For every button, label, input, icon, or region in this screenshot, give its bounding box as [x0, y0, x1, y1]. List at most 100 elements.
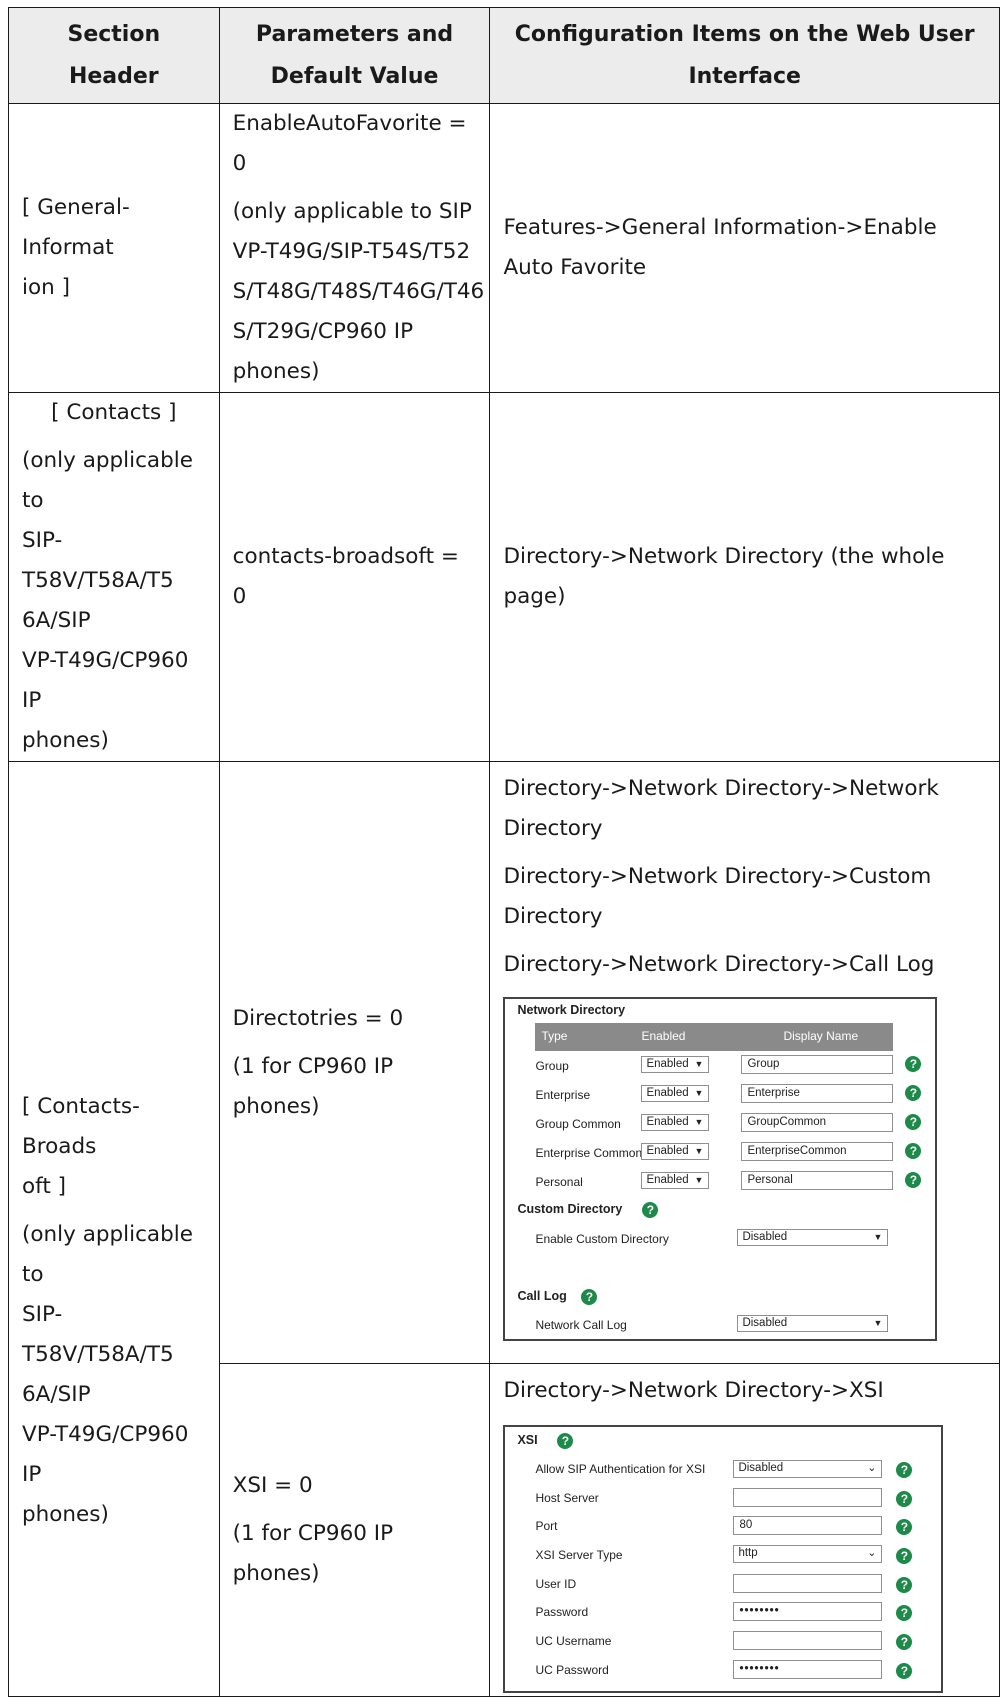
config-text: Features->General Information->Enable: [503, 215, 937, 240]
parameter-text: XSI = 0: [232, 1473, 313, 1498]
call-log-select[interactable]: Disabled ▼: [737, 1315, 889, 1332]
config-text: Directory: [503, 816, 603, 841]
select-value: Enabled: [646, 1058, 689, 1070]
input-value: ••••••••: [739, 1663, 780, 1675]
xsi-server-type-select[interactable]: http ⌄: [733, 1545, 883, 1563]
config-text: Directory->Network Directory->Call Log: [503, 952, 935, 977]
section-text: oft ]: [22, 1174, 66, 1199]
display-name-input[interactable]: Group: [741, 1055, 894, 1074]
chevron-down-icon: ⌄: [867, 1547, 877, 1559]
parameter-cell: Directotries = 0 (1 for CP960 IP phones): [218, 761, 491, 1364]
enabled-select[interactable]: Enabled ▼: [641, 1114, 710, 1131]
config-table: Section Header Parameters and Default Va…: [8, 7, 1000, 1697]
section-note: phones): [22, 1502, 109, 1527]
custom-directory-select[interactable]: Disabled ▼: [737, 1229, 889, 1246]
help-icon[interactable]: ?: [557, 1433, 574, 1449]
field-label: User ID: [535, 1577, 577, 1591]
parameter-note: S/T29G/CP960 IP: [232, 319, 414, 344]
help-icon[interactable]: ?: [896, 1491, 913, 1507]
display-name-input[interactable]: Personal: [741, 1171, 894, 1190]
parameter-text: contacts-broadsoft = 0: [232, 544, 459, 609]
chevron-down-icon: ⌄: [867, 1462, 877, 1474]
input-value: ••••••••: [739, 1605, 780, 1617]
table-row: [ General-Informat ion ] EnableAutoFavor…: [8, 103, 1000, 393]
section-note: phones): [22, 728, 109, 753]
row-label: Group Common: [535, 1117, 621, 1131]
help-icon[interactable]: ?: [905, 1143, 922, 1159]
password-input[interactable]: ••••••••: [733, 1602, 883, 1621]
host-server-input[interactable]: [733, 1488, 883, 1507]
parameter-note: (1 for CP960 IP phones): [232, 1521, 394, 1586]
dropdown-arrow-icon: ▼: [694, 1117, 704, 1127]
help-icon[interactable]: ?: [896, 1548, 913, 1564]
section-cell: [ Contacts-Broads oft ] (only applicable…: [8, 761, 220, 1697]
help-icon[interactable]: ?: [896, 1519, 913, 1535]
uc-username-input[interactable]: [733, 1631, 883, 1650]
help-icon[interactable]: ?: [896, 1605, 913, 1621]
field-label: UC Password: [535, 1663, 609, 1677]
help-icon[interactable]: ?: [905, 1172, 922, 1188]
help-icon[interactable]: ?: [642, 1202, 659, 1218]
enabled-select[interactable]: Enabled ▼: [641, 1056, 710, 1073]
sip-auth-select[interactable]: Disabled ⌄: [733, 1460, 883, 1478]
config-text: page): [503, 584, 566, 609]
select-value: Disabled: [738, 1462, 784, 1474]
config-text: Directory: [503, 904, 603, 929]
config-text: Directory->Network Directory->Network: [503, 776, 939, 801]
input-value: Personal: [747, 1174, 793, 1186]
help-icon[interactable]: ?: [581, 1289, 598, 1305]
user-id-input[interactable]: [733, 1574, 883, 1593]
parameter-note: phones): [232, 359, 320, 384]
input-value: Enterprise: [747, 1087, 800, 1099]
port-input[interactable]: 80: [733, 1516, 883, 1535]
config-cell: Directory->Network Directory->Network Di…: [489, 761, 1000, 1364]
dropdown-arrow-icon: ▼: [694, 1088, 704, 1098]
section-note: VP-T49G/CP960 IP: [22, 648, 189, 713]
column-header: Display Name: [783, 1029, 859, 1043]
uc-password-input[interactable]: ••••••••: [733, 1660, 883, 1679]
parameter-note: S/T48G/T48S/T46G/T46: [232, 279, 485, 304]
dropdown-arrow-icon: ▼: [873, 1232, 883, 1242]
field-label: Network Call Log: [535, 1318, 627, 1332]
help-icon[interactable]: ?: [905, 1114, 922, 1130]
enabled-select[interactable]: Enabled ▼: [641, 1085, 710, 1102]
help-icon[interactable]: ?: [896, 1663, 913, 1679]
parameters-header-cell: Parameters and Default Value: [218, 7, 491, 104]
dropdown-arrow-icon: ▼: [694, 1175, 704, 1185]
table-row: [ Contacts-Broads oft ] (only applicable…: [8, 761, 1000, 1697]
input-value: 80: [739, 1519, 753, 1531]
display-name-input[interactable]: Enterprise: [741, 1084, 894, 1103]
section-text: [ Contacts ]: [51, 400, 177, 425]
parameter-note: (1 for CP960 IP phones): [232, 1053, 394, 1119]
display-name-input[interactable]: EnterpriseCommon: [741, 1142, 894, 1161]
select-value: Enabled: [646, 1174, 689, 1186]
field-label: Enable Custom Directory: [535, 1232, 669, 1246]
select-value: Enabled: [646, 1116, 689, 1128]
help-icon[interactable]: ?: [905, 1056, 922, 1072]
help-icon[interactable]: ?: [896, 1462, 913, 1478]
input-value: EnterpriseCommon: [747, 1145, 847, 1157]
help-icon[interactable]: ?: [896, 1577, 913, 1593]
help-icon[interactable]: ?: [905, 1085, 922, 1101]
display-name-input[interactable]: GroupCommon: [741, 1113, 894, 1132]
enabled-select[interactable]: Enabled ▼: [641, 1143, 710, 1160]
input-value: Group: [747, 1058, 780, 1070]
config-header-line: Interface: [688, 63, 801, 89]
parameter-note: (only applicable to SIP: [232, 199, 472, 224]
section-note: SIP-T58V/T58A/T5: [22, 528, 174, 593]
section-text: ion ]: [22, 275, 70, 300]
config-cell: Directory->Network Directory (the whole …: [489, 392, 1000, 762]
field-label: Password: [535, 1605, 589, 1619]
panel-title: Network Directory: [517, 1003, 626, 1017]
parameter-cell: contacts-broadsoft = 0: [218, 392, 491, 762]
enabled-select[interactable]: Enabled ▼: [641, 1172, 710, 1189]
parameters-header-line: Default Value: [270, 63, 439, 89]
dropdown-arrow-icon: ▼: [873, 1318, 883, 1328]
row-label: Personal: [535, 1175, 583, 1189]
row-label: Enterprise: [535, 1088, 591, 1102]
help-icon[interactable]: ?: [896, 1634, 913, 1650]
select-value: http: [738, 1547, 758, 1559]
parameter-cell: XSI = 0 (1 for CP960 IP phones): [218, 1363, 491, 1697]
section-note: SIP-T58V/T58A/T5: [22, 1302, 174, 1367]
field-label: UC Username: [535, 1634, 612, 1648]
